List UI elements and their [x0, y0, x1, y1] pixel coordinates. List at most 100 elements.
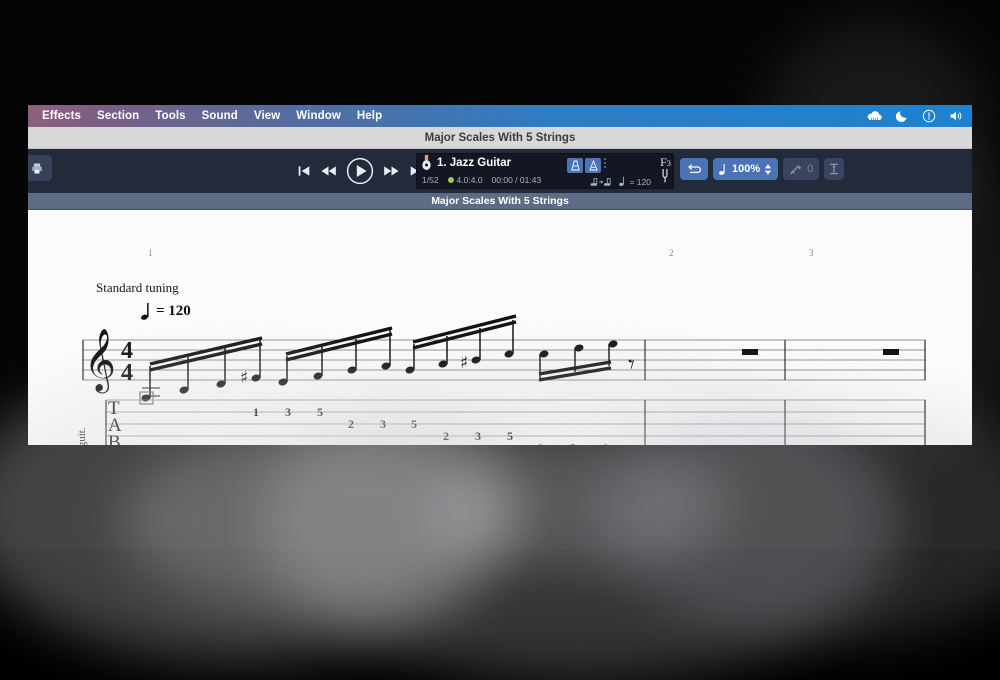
system-tray	[867, 105, 964, 127]
loop-icon	[686, 163, 702, 176]
loop-button[interactable]	[680, 158, 708, 180]
rewind-icon	[319, 163, 338, 179]
count-in-icon	[589, 160, 598, 171]
play-button[interactable]	[345, 156, 375, 186]
speed-stepper[interactable]	[764, 164, 772, 175]
tab-staff	[106, 400, 926, 445]
tempo-display[interactable]: = 120	[619, 176, 651, 187]
tab-fret-number[interactable]: 5	[507, 429, 513, 443]
window-title-bar: Major Scales With 5 Strings	[28, 127, 972, 149]
tab-fret-number[interactable]: 2	[443, 429, 449, 443]
note-group-2[interactable]	[278, 328, 392, 387]
key-signature-number: 3	[667, 158, 671, 168]
playback-speed-control[interactable]: 100%	[713, 158, 778, 180]
tab-fret-number[interactable]: 3	[380, 417, 386, 431]
playback-options-group: 100% 0	[680, 158, 844, 180]
svg-text:𝄞: 𝄞	[84, 328, 116, 394]
time-position-label: 00:00 / 01:43	[492, 175, 542, 185]
tuning-fork-icon	[661, 168, 669, 183]
metronome-icon	[571, 160, 580, 171]
beat-position-label: 4.0:4.0	[457, 175, 483, 185]
tab-fret-number[interactable]: 5	[317, 405, 323, 419]
skip-to-start-button[interactable]	[296, 163, 312, 179]
tab-fret-number[interactable]: 3	[475, 429, 481, 443]
rewind-button[interactable]	[319, 163, 338, 179]
capo-button[interactable]	[824, 158, 844, 180]
document-tab-bar[interactable]: Major Scales With 5 Strings	[28, 193, 972, 210]
tab-staff-barlines	[106, 400, 925, 445]
guitar-icon	[421, 155, 432, 170]
capo-icon	[829, 162, 839, 176]
stepper-down-icon	[764, 170, 772, 175]
track-header-row: 1. Jazz Guitar	[417, 154, 673, 171]
cloud-sync-icon[interactable]	[867, 108, 883, 124]
note-group-3[interactable]: ♯	[405, 316, 516, 375]
play-icon	[345, 156, 375, 186]
track-info-panel[interactable]: 1. Jazz Guitar	[416, 153, 674, 189]
desktop-background: Effects Section Tools Sound View Window …	[0, 0, 1000, 550]
note-group-1[interactable]: ♯	[140, 338, 262, 404]
menu-item-tools[interactable]: Tools	[147, 107, 193, 125]
skip-to-start-icon	[296, 163, 312, 179]
tab-fret-number[interactable]: 5	[411, 417, 417, 431]
tab-clef-letters: T A B	[108, 398, 122, 445]
window-title: Major Scales With 5 Strings	[425, 132, 576, 144]
tab-fret-number[interactable]: 5	[570, 441, 576, 445]
smoke-decoration	[120, 430, 500, 610]
stepper-up-icon	[764, 164, 772, 169]
svg-text:𝄾: 𝄾	[628, 350, 635, 380]
transport-controls	[296, 149, 424, 193]
tempo-value-label: = 120	[629, 177, 651, 187]
notation-canvas[interactable]: 𝄞 4 4	[28, 210, 972, 445]
sharp-accidental-icon: ♯	[240, 368, 248, 388]
track-name-label: 1. Jazz Guitar	[437, 157, 511, 169]
guitar-pro-window: Effects Section Tools Sound View Window …	[28, 105, 972, 445]
menu-item-section[interactable]: Section	[89, 107, 147, 125]
tab-fret-number[interactable]: 2	[348, 417, 354, 431]
sharp-accidental-icon: ♯	[460, 353, 468, 373]
quarter-note-icon	[619, 176, 626, 187]
volume-icon[interactable]	[948, 108, 964, 124]
track-meta-row: 1/52 4.0:4.0 00:00 / 01:43	[417, 171, 673, 188]
menu-list: Effects Section Tools Sound View Window …	[28, 107, 390, 125]
time-signature[interactable]: 4 4	[121, 338, 133, 386]
score-sheet[interactable]: Standard tuning = 120 jz.guit. 1 2 3	[28, 210, 972, 445]
tempo-group: = 120	[590, 176, 651, 187]
smoke-decoration	[430, 440, 730, 570]
menu-item-view[interactable]: View	[246, 107, 288, 125]
bar-position-label: 1/52	[422, 175, 439, 185]
moon-icon[interactable]	[894, 108, 910, 124]
pitch-value-label: 0	[807, 163, 813, 175]
print-button[interactable]	[28, 155, 52, 181]
whole-rest-measure-2[interactable]	[742, 349, 758, 355]
help-circle-icon[interactable]	[921, 108, 937, 124]
document-tab-label: Major Scales With 5 Strings	[431, 195, 569, 207]
toolbar-left-group	[28, 155, 52, 181]
tab-fret-number[interactable]: 3	[538, 441, 544, 445]
sixteenth-rest[interactable]: 𝄾	[628, 350, 635, 380]
print-icon	[29, 161, 45, 176]
tab-fret-number[interactable]: 6	[602, 441, 608, 445]
menu-item-window[interactable]: Window	[288, 107, 349, 125]
whole-rest-measure-3[interactable]	[883, 349, 899, 355]
count-in-button[interactable]	[585, 158, 601, 173]
tab-fret-number[interactable]: 1	[253, 405, 259, 419]
time-signature-bottom: 4	[121, 360, 133, 386]
swing-feel-icon[interactable]	[590, 177, 612, 187]
menu-item-sound[interactable]: Sound	[194, 107, 246, 125]
beat-position-group: 4.0:4.0	[448, 175, 483, 185]
metronome-button[interactable]	[567, 158, 583, 173]
pitch-shift-control[interactable]: 0	[783, 158, 819, 180]
menu-item-effects[interactable]: Effects	[34, 107, 89, 125]
more-vertical-icon	[603, 157, 607, 169]
quarter-note-icon	[719, 163, 727, 176]
menu-item-help[interactable]: Help	[349, 107, 390, 125]
main-toolbar: 1. Jazz Guitar	[28, 149, 972, 193]
fast-forward-button[interactable]	[382, 163, 401, 179]
tab-fret-numbers[interactable]: 1 3 5 2 3 5 2 3 5 3 5 6	[253, 405, 608, 445]
playback-status-dot	[448, 177, 454, 183]
menu-bar: Effects Section Tools Sound View Window …	[28, 105, 972, 127]
speed-value-label: 100%	[732, 163, 760, 175]
tuner-button[interactable]	[661, 168, 669, 188]
tab-fret-number[interactable]: 3	[285, 405, 291, 419]
